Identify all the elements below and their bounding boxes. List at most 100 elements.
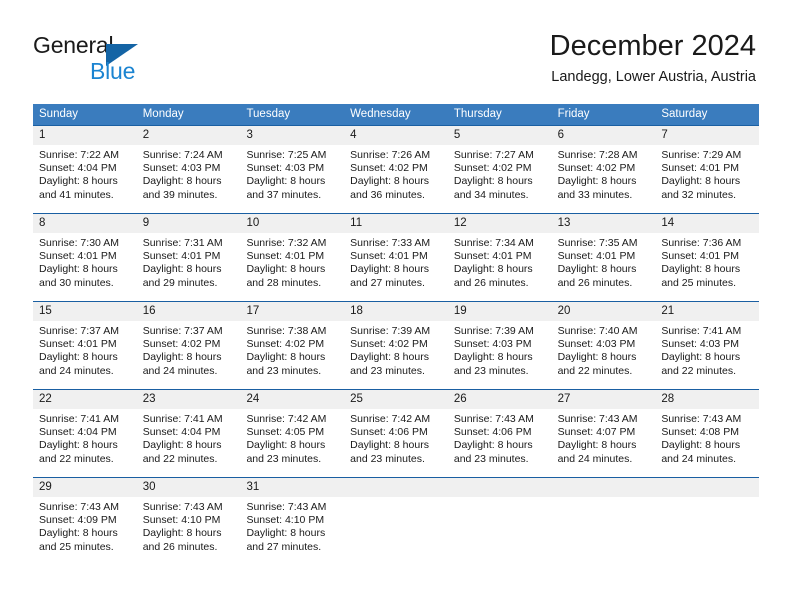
- day-cell[interactable]: 28 Sunrise: 7:43 AM Sunset: 4:08 PM Dayl…: [655, 390, 759, 477]
- day-cell[interactable]: 1 Sunrise: 7:22 AM Sunset: 4:04 PM Dayli…: [33, 126, 137, 213]
- day-info: Sunrise: 7:41 AM Sunset: 4:04 PM Dayligh…: [137, 409, 241, 466]
- day-cell[interactable]: 15 Sunrise: 7:37 AM Sunset: 4:01 PM Dayl…: [33, 302, 137, 389]
- day-number: 22: [39, 393, 52, 405]
- day-info: Sunrise: 7:43 AM Sunset: 4:09 PM Dayligh…: [33, 497, 137, 554]
- sunrise-text: Sunrise: 7:30 AM: [39, 237, 119, 249]
- sunrise-text: Sunrise: 7:27 AM: [453, 149, 534, 161]
- day-number: 4: [350, 129, 357, 141]
- sunrise-text: Sunrise: 7:43 AM: [142, 501, 223, 513]
- daylight-text-line1: Daylight: 8 hours: [661, 439, 741, 452]
- daylight-text-line1: Daylight: 8 hours: [246, 351, 326, 364]
- daylight-text-line1: Daylight: 8 hours: [557, 263, 637, 276]
- sunrise-text: Sunrise: 7:39 AM: [453, 325, 534, 337]
- day-cell[interactable]: 24 Sunrise: 7:42 AM Sunset: 4:05 PM Dayl…: [240, 390, 344, 477]
- daylight-text-line2: and 33 minutes.: [557, 188, 633, 201]
- day-number: 30: [142, 481, 156, 493]
- day-info: Sunrise: 7:42 AM Sunset: 4:05 PM Dayligh…: [240, 409, 344, 466]
- day-cell[interactable]: 13 Sunrise: 7:35 AM Sunset: 4:01 PM Dayl…: [552, 214, 656, 301]
- sunset-text: Sunset: 4:03 PM: [453, 338, 532, 351]
- daylight-text-line2: and 24 minutes.: [661, 452, 737, 465]
- sunrise-text: Sunrise: 7:43 AM: [246, 501, 327, 513]
- day-cell[interactable]: 14 Sunrise: 7:36 AM Sunset: 4:01 PM Dayl…: [655, 214, 759, 301]
- sunset-text: Sunset: 4:10 PM: [142, 514, 221, 527]
- day-number: 7: [661, 129, 668, 141]
- day-info: Sunrise: 7:43 AM Sunset: 4:07 PM Dayligh…: [552, 409, 656, 466]
- day-number: 21: [661, 305, 675, 317]
- daylight-text-line2: and 23 minutes.: [453, 364, 529, 377]
- day-cell[interactable]: 23 Sunrise: 7:41 AM Sunset: 4:04 PM Dayl…: [137, 390, 241, 477]
- daylight-text-line2: and 25 minutes.: [661, 276, 737, 289]
- daylight-text-line1: Daylight: 8 hours: [39, 263, 118, 276]
- day-cell[interactable]: 17 Sunrise: 7:38 AM Sunset: 4:02 PM Dayl…: [240, 302, 344, 389]
- day-number: 14: [661, 217, 675, 229]
- general-blue-logo[interactable]: General Blue: [33, 32, 233, 88]
- daylight-text-line2: and 23 minutes.: [246, 364, 322, 377]
- day-cell[interactable]: 10 Sunrise: 7:32 AM Sunset: 4:01 PM Dayl…: [240, 214, 344, 301]
- page-subtitle: Landegg, Lower Austria, Austria: [551, 69, 756, 85]
- day-number: 29: [39, 481, 52, 493]
- day-cell[interactable]: 21 Sunrise: 7:41 AM Sunset: 4:03 PM Dayl…: [655, 302, 759, 389]
- day-cell[interactable]: 20 Sunrise: 7:40 AM Sunset: 4:03 PM Dayl…: [552, 302, 656, 389]
- sunrise-text: Sunrise: 7:37 AM: [142, 325, 223, 337]
- day-cell[interactable]: 29 Sunrise: 7:43 AM Sunset: 4:09 PM Dayl…: [33, 478, 137, 565]
- daylight-text-line1: Daylight: 8 hours: [557, 351, 637, 364]
- sunset-text: Sunset: 4:04 PM: [39, 162, 117, 175]
- day-cell[interactable]: 16 Sunrise: 7:37 AM Sunset: 4:02 PM Dayl…: [137, 302, 241, 389]
- daylight-text-line1: Daylight: 8 hours: [350, 439, 429, 452]
- weekday-header-friday: Friday: [557, 108, 590, 120]
- day-info: Sunrise: 7:35 AM Sunset: 4:01 PM Dayligh…: [552, 233, 656, 290]
- day-number: 20: [557, 305, 571, 317]
- daylight-text-line1: Daylight: 8 hours: [350, 263, 429, 276]
- day-cell[interactable]: 18 Sunrise: 7:39 AM Sunset: 4:02 PM Dayl…: [344, 302, 448, 389]
- day-info: Sunrise: 7:41 AM Sunset: 4:03 PM Dayligh…: [655, 321, 759, 378]
- day-number: 10: [246, 217, 260, 229]
- day-number: 15: [39, 305, 52, 317]
- logo-text-blue: Blue: [90, 58, 136, 84]
- daylight-text-line2: and 24 minutes.: [142, 364, 218, 377]
- day-cell[interactable]: 2 Sunrise: 7:24 AM Sunset: 4:03 PM Dayli…: [137, 126, 241, 213]
- daylight-text-line1: Daylight: 8 hours: [142, 527, 222, 540]
- day-cell[interactable]: 5 Sunrise: 7:27 AM Sunset: 4:02 PM Dayli…: [448, 126, 552, 213]
- day-number: 8: [39, 217, 46, 229]
- weekday-header-sunday: Sunday: [39, 108, 79, 120]
- day-cell[interactable]: 11 Sunrise: 7:33 AM Sunset: 4:01 PM Dayl…: [344, 214, 448, 301]
- weekday-header-thursday: Thursday: [453, 108, 502, 120]
- sunrise-text: Sunrise: 7:28 AM: [557, 149, 638, 161]
- day-cell[interactable]: 22 Sunrise: 7:41 AM Sunset: 4:04 PM Dayl…: [33, 390, 137, 477]
- daylight-text-line1: Daylight: 8 hours: [453, 439, 533, 452]
- day-cell[interactable]: 26 Sunrise: 7:43 AM Sunset: 4:06 PM Dayl…: [448, 390, 552, 477]
- day-info: Sunrise: 7:29 AM Sunset: 4:01 PM Dayligh…: [655, 145, 759, 202]
- daylight-text-line1: Daylight: 8 hours: [246, 175, 326, 188]
- day-cell[interactable]: 8 Sunrise: 7:30 AM Sunset: 4:01 PM Dayli…: [33, 214, 137, 301]
- sunrise-text: Sunrise: 7:41 AM: [39, 413, 119, 425]
- week-row: 1 Sunrise: 7:22 AM Sunset: 4:04 PM Dayli…: [33, 125, 759, 213]
- daylight-text-line1: Daylight: 8 hours: [39, 175, 118, 188]
- day-cell[interactable]: 4 Sunrise: 7:26 AM Sunset: 4:02 PM Dayli…: [344, 126, 448, 213]
- day-cell[interactable]: 19 Sunrise: 7:39 AM Sunset: 4:03 PM Dayl…: [448, 302, 552, 389]
- day-number: 3: [246, 129, 253, 141]
- day-cell[interactable]: 6 Sunrise: 7:28 AM Sunset: 4:02 PM Dayli…: [552, 126, 656, 213]
- daylight-text-line2: and 22 minutes.: [39, 452, 114, 465]
- day-cell-empty: [448, 478, 552, 565]
- day-cell[interactable]: 27 Sunrise: 7:43 AM Sunset: 4:07 PM Dayl…: [552, 390, 656, 477]
- sunset-text: Sunset: 4:01 PM: [661, 162, 739, 175]
- day-cell[interactable]: 31 Sunrise: 7:43 AM Sunset: 4:10 PM Dayl…: [240, 478, 344, 565]
- day-cell[interactable]: 9 Sunrise: 7:31 AM Sunset: 4:01 PM Dayli…: [137, 214, 241, 301]
- daylight-text-line1: Daylight: 8 hours: [453, 263, 533, 276]
- day-cell[interactable]: 30 Sunrise: 7:43 AM Sunset: 4:10 PM Dayl…: [137, 478, 241, 565]
- sunset-text: Sunset: 4:03 PM: [142, 162, 221, 175]
- sunset-text: Sunset: 4:04 PM: [142, 426, 221, 439]
- logo-text-general: General: [33, 32, 114, 58]
- sunset-text: Sunset: 4:01 PM: [661, 250, 739, 263]
- sunset-text: Sunset: 4:01 PM: [39, 338, 117, 351]
- day-info: Sunrise: 7:34 AM Sunset: 4:01 PM Dayligh…: [448, 233, 552, 290]
- day-cell[interactable]: 25 Sunrise: 7:42 AM Sunset: 4:06 PM Dayl…: [344, 390, 448, 477]
- day-cell[interactable]: 7 Sunrise: 7:29 AM Sunset: 4:01 PM Dayli…: [655, 126, 759, 213]
- day-cell[interactable]: 3 Sunrise: 7:25 AM Sunset: 4:03 PM Dayli…: [240, 126, 344, 213]
- daylight-text-line2: and 22 minutes.: [142, 452, 218, 465]
- daylight-text-line2: and 23 minutes.: [350, 452, 425, 465]
- day-cell[interactable]: 12 Sunrise: 7:34 AM Sunset: 4:01 PM Dayl…: [448, 214, 552, 301]
- sunset-text: Sunset: 4:02 PM: [246, 338, 325, 351]
- day-info: Sunrise: 7:42 AM Sunset: 4:06 PM Dayligh…: [344, 409, 448, 466]
- weekday-header-saturday: Saturday: [661, 108, 708, 120]
